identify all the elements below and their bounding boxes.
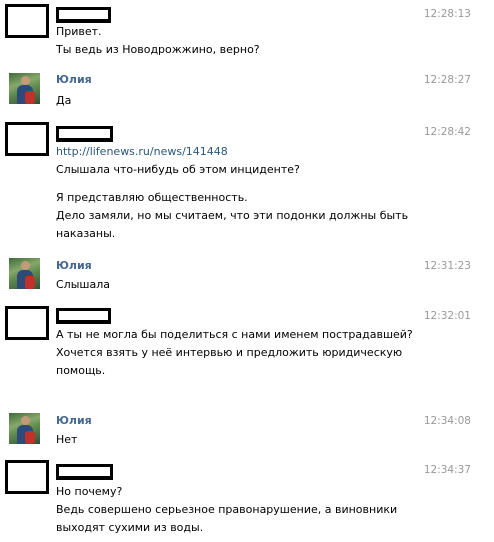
message-line: Дело замяли, но мы считаем, что эти подо… <box>56 209 409 222</box>
redacted-sender-name[interactable] <box>56 7 111 23</box>
message-text: Нет <box>56 433 78 446</box>
redacted-avatar[interactable] <box>5 4 49 38</box>
message-link: http://lifenews.ru/news/141448 <box>56 143 416 161</box>
message-line: Ведь совершено серьезное правонарушение,… <box>56 503 398 516</box>
sender-name[interactable]: Юлия <box>56 73 92 86</box>
message-line: Слышала что-нибудь об этом инциденте? <box>56 163 300 176</box>
redacted-sender-name[interactable] <box>56 126 113 142</box>
message-text: Я представляю общественность. Дело замял… <box>56 189 416 243</box>
avatar[interactable] <box>9 258 40 289</box>
message-text: Но почему? Ведь совершено серьезное прав… <box>56 483 416 537</box>
redacted-sender-name[interactable] <box>56 308 111 324</box>
message-time: 12:28:27 <box>423 74 471 86</box>
message-time: 12:34:08 <box>423 415 471 427</box>
message-text: Привет. Ты ведь из Новодрожжино, верно? <box>56 23 416 59</box>
message-text: А ты не могла бы поделиться с нами имене… <box>56 326 456 380</box>
message-line: А ты не могла бы поделиться с нами имене… <box>56 328 413 341</box>
redacted-sender-name[interactable] <box>56 464 113 480</box>
sender-name[interactable]: Юлия <box>56 414 92 427</box>
message-text: Слышала что-нибудь об этом инциденте? <box>56 161 416 179</box>
message-time: 12:31:23 <box>423 260 471 272</box>
message-text: Слышала <box>56 278 110 291</box>
message-text: Да <box>56 94 72 107</box>
message-time: 12:28:42 <box>423 126 471 138</box>
redacted-avatar[interactable] <box>5 122 49 156</box>
message-time: 12:34:37 <box>423 464 471 476</box>
news-link[interactable]: http://lifenews.ru/news/141448 <box>56 145 228 158</box>
message-line: Хочется взять у неё интервью и предложит… <box>56 346 403 359</box>
sender-name[interactable]: Юлия <box>56 259 92 272</box>
message-line: Ты ведь из Новодрожжино, верно? <box>56 43 260 56</box>
message-time: 12:28:13 <box>423 8 471 20</box>
message-line: Но почему? <box>56 485 123 498</box>
message-line: наказаны. <box>56 227 116 240</box>
redacted-avatar[interactable] <box>5 460 49 494</box>
message-line: Привет. <box>56 25 102 38</box>
message-line: выходят сухими из воды. <box>56 521 204 534</box>
avatar[interactable] <box>9 73 40 104</box>
message-line: Я представляю общественность. <box>56 191 248 204</box>
avatar[interactable] <box>9 413 40 444</box>
redacted-avatar[interactable] <box>5 306 49 340</box>
message-time: 12:32:01 <box>423 310 471 322</box>
message-line: помощь. <box>56 364 106 377</box>
